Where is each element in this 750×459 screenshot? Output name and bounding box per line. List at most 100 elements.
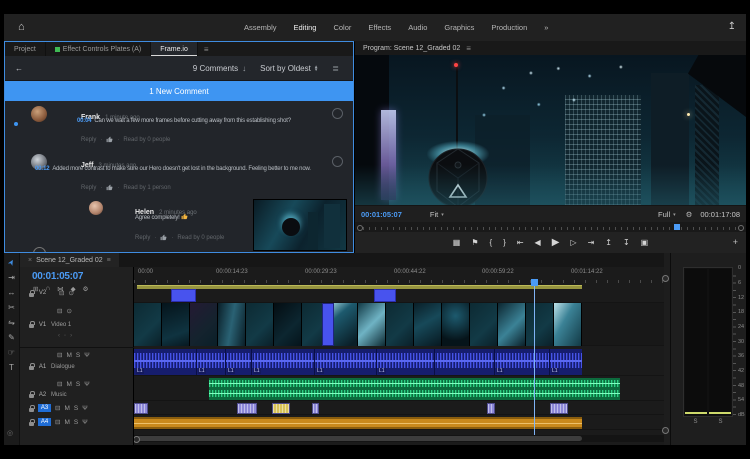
sfx-clip[interactable] [550,403,568,414]
comment-timecode[interactable]: 00:04 [77,118,91,124]
like-icon[interactable] [160,234,167,241]
track-lane-v2[interactable] [134,288,664,303]
solo-button[interactable]: S [74,419,78,426]
home-icon[interactable]: ⌂ [18,21,25,33]
tab-frameio[interactable]: Frame.io [151,42,198,56]
scroll-handle[interactable] [662,275,669,282]
track-target-icon[interactable]: ⊟ [57,307,62,315]
solo-button[interactable]: S [76,352,80,359]
back-icon[interactable]: ← [15,64,23,73]
timeline-tracks-area[interactable]: 00:00 00:00:14:23 00:00:29:23 00:00:44:2… [134,267,664,445]
track-target-icon[interactable]: ⊟ [57,351,62,359]
program-video-frame[interactable] [355,55,746,205]
new-comment-banner[interactable]: 1 New Comment [5,81,353,101]
track-header-a3[interactable]: A3 ⊟ M S Ψ [20,404,134,412]
track-lane-a2[interactable] [134,377,664,401]
hand-tool[interactable]: ☞ [8,348,15,357]
track-badge-a1[interactable]: A1 [38,364,47,370]
track-header-a1-icons[interactable]: ⊟ M S Ψ [20,351,134,359]
solo-button[interactable]: S [76,381,80,388]
add-marker-icon[interactable]: ⚑ [471,238,478,247]
lock-icon[interactable] [29,324,34,328]
voiceover-record-icon[interactable]: Ψ [82,419,87,426]
lift-icon[interactable]: ↥ [605,238,612,247]
solo-left-button[interactable]: S [693,419,697,425]
video-clip-filmstrip[interactable] [134,303,582,346]
ambience-audio-clip[interactable] [134,417,582,429]
timeline-playhead-line[interactable] [534,281,535,439]
audio-meter[interactable] [683,267,733,417]
track-header-v1[interactable]: V1 Video 1 [20,321,134,328]
tab-project[interactable]: Project [5,42,46,56]
vertical-scrollbar[interactable] [662,267,670,445]
voiceover-record-icon[interactable]: Ψ [84,352,89,359]
lock-icon[interactable] [29,293,34,297]
video-clip-v2[interactable] [374,289,396,302]
tab-effect-controls[interactable]: Effect Controls Plates (A) [46,42,151,56]
horizontal-scrollbar[interactable] [134,435,664,442]
track-header-a2[interactable]: A2 Music [20,391,134,398]
workspace-tab-color[interactable]: Color [333,23,351,32]
workspace-tab-editing[interactable]: Editing [294,23,317,32]
play-button[interactable]: ▶ [552,237,560,248]
complete-circle[interactable] [332,156,343,167]
sfx-clip[interactable] [312,403,319,414]
type-tool[interactable]: T [9,363,14,372]
like-icon[interactable] [106,136,113,143]
track-nav-arrows[interactable]: ‹◦› [58,333,76,339]
comment-jeff[interactable]: Jeff3 minutes ago 00:12Added more contra… [5,149,353,197]
mute-button[interactable]: M [66,352,71,359]
lock-icon[interactable] [29,394,34,398]
mute-button[interactable]: M [64,419,69,426]
reply-button[interactable]: Reply [135,235,150,241]
voiceover-record-icon[interactable]: Ψ [82,405,87,412]
sfx-clip[interactable] [134,403,148,414]
timeline-playhead-marker[interactable] [531,279,538,286]
track-badge-a2[interactable]: A2 [38,392,47,398]
pen-tool[interactable]: ✎ [8,333,15,342]
zoom-level-dropdown[interactable]: Fit [430,210,438,219]
sfx-clip[interactable] [237,403,257,414]
mute-button[interactable]: M [64,405,69,412]
mark-in-icon[interactable]: { [490,238,493,247]
music-audio-clip[interactable] [209,378,620,400]
lock-icon[interactable] [29,408,34,412]
track-lane-a4[interactable] [134,416,664,430]
export-frame-icon[interactable]: ▣ [641,238,649,247]
slip-tool[interactable]: ⇋ [8,318,15,327]
workspace-tab-assembly[interactable]: Assembly [244,23,277,32]
complete-circle[interactable] [332,108,343,119]
toggle-track-output-icon[interactable]: ⊙ [68,289,73,297]
comment-frank[interactable]: Frank1 minute ago 00:04Can we wait a few… [5,101,353,149]
dialogue-audio-clip[interactable]: L1 L1 L1 L1 L1 L1 L1 L1 [134,349,582,375]
sfx-clip[interactable] [272,403,290,414]
source-patch-a4[interactable]: A4 [38,418,51,426]
timeline-options-icon[interactable]: ◎ [7,429,13,437]
program-playhead[interactable] [674,224,680,230]
comparison-view-icon[interactable]: ▦ [453,238,461,247]
comment-list-view-icon[interactable]: ≣ [332,64,339,73]
solo-button[interactable]: S [74,405,78,412]
source-patch-a3[interactable]: A3 [38,404,51,412]
selection-tool[interactable]: ➤ [8,258,15,267]
reply-button[interactable]: Reply [81,185,96,191]
track-header-a1[interactable]: A1 Dialogue [20,363,134,370]
panel-menu-icon[interactable]: ≡ [200,42,213,56]
track-target-icon[interactable]: ⊟ [55,404,60,412]
toggle-track-output-icon[interactable]: ⊙ [66,307,71,315]
workspace-tab-audio[interactable]: Audio [408,23,427,32]
solo-right-button[interactable]: S [718,419,722,425]
timeline-timecode[interactable]: 00:01:05:07 [20,267,133,282]
workspace-tab-graphics[interactable]: Graphics [444,23,474,32]
video-clip-v2[interactable] [171,289,196,302]
lock-icon[interactable] [29,366,34,370]
like-icon[interactable] [106,184,113,191]
comment-timecode[interactable]: 00:12 [35,166,49,172]
workspace-tab-production[interactable]: Production [491,23,527,32]
track-badge-v1[interactable]: V1 [38,322,47,328]
program-scrub-bar[interactable] [355,222,746,232]
panel-menu-icon[interactable]: ≡ [462,44,475,53]
workspace-overflow-icon[interactable]: » [544,23,548,32]
panel-menu-icon[interactable]: ≡ [107,257,111,264]
track-target-icon[interactable]: ⊟ [59,289,64,297]
